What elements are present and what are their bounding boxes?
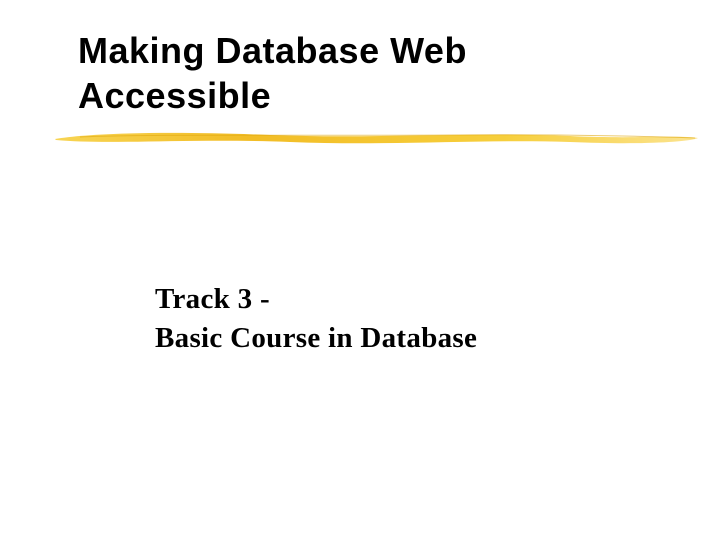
divider-stroke-icon bbox=[50, 128, 700, 148]
subtitle-line-1: Track 3 - bbox=[155, 280, 655, 319]
slide-subtitle: Track 3 - Basic Course in Database bbox=[155, 280, 655, 358]
slide-title: Making Database Web Accessible bbox=[78, 28, 638, 118]
slide: Making Database Web Accessible Track 3 -… bbox=[0, 0, 720, 540]
subtitle-line-2: Basic Course in Database bbox=[155, 319, 655, 358]
